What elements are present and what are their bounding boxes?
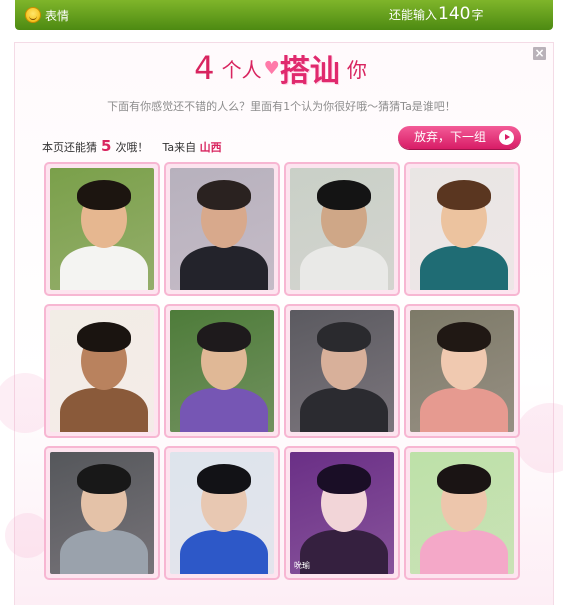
heart-icon: ♥ [263, 57, 280, 79]
play-arrow-icon [499, 130, 514, 145]
photo-caption: 吮瑜 [294, 561, 310, 570]
candidate-photo[interactable]: 吮瑜 [284, 446, 400, 580]
candidate-photo[interactable] [284, 162, 400, 296]
remain-count: 140 [438, 4, 471, 24]
candidate-photo[interactable] [404, 446, 520, 580]
title-highlight: 搭讪 [279, 54, 340, 89]
candidate-photo[interactable] [404, 304, 520, 438]
next-group-button[interactable]: 放弃，下一组 [398, 126, 521, 149]
candidate-photo-image [170, 310, 274, 432]
candidate-photo[interactable] [164, 304, 280, 438]
candidate-photo[interactable] [164, 446, 280, 580]
candidate-photo-image [410, 452, 514, 574]
title-number: 4 [194, 49, 215, 87]
emoji-button-label[interactable]: 表情 [45, 7, 69, 24]
candidate-photo-image [50, 452, 154, 574]
candidate-photo[interactable] [44, 446, 160, 580]
candidate-photo-image: 吮瑜 [290, 452, 394, 574]
candidate-photo-image [170, 452, 274, 574]
guess-prefix: 本页还能猜 [42, 141, 97, 154]
candidate-photo-image [290, 168, 394, 290]
guess-info: 本页还能猜 5 次哦！ Ta来自 山西 [42, 137, 222, 155]
candidate-photo-image [410, 310, 514, 432]
status-bar: 表情 还能输入140字 [15, 0, 553, 30]
origin-prefix: Ta来自 [162, 141, 197, 154]
candidate-photo-image [50, 310, 154, 432]
origin-value: 山西 [199, 141, 222, 154]
photo-grid: 吮瑜 [44, 162, 524, 582]
dialog-subtitle: 下面有你感觉还不错的人么？里面有1个认为你很好哦～猜猜Ta是谁吧！ [107, 100, 456, 113]
candidate-photo[interactable] [44, 304, 160, 438]
remain-prefix: 还能输入 [389, 8, 438, 22]
candidate-photo-image [50, 168, 154, 290]
guess-count: 5 [101, 137, 112, 155]
char-remaining: 还能输入140字 [389, 4, 483, 24]
next-group-label: 放弃，下一组 [414, 130, 487, 144]
smiley-icon[interactable] [25, 7, 41, 23]
guess-suffix: 次哦！ [115, 141, 149, 154]
candidate-photo-image [410, 168, 514, 290]
dialog-title: 4 个人 ♥搭讪 你 [0, 46, 563, 89]
remain-suffix: 字 [471, 8, 484, 22]
candidate-photo[interactable] [404, 162, 520, 296]
candidate-photo-image [290, 310, 394, 432]
title-prefix: 个人 [221, 57, 262, 82]
candidate-photo[interactable] [164, 162, 280, 296]
title-suffix: 你 [346, 57, 367, 82]
candidate-photo[interactable] [284, 304, 400, 438]
candidate-photo-image [170, 168, 274, 290]
candidate-photo[interactable] [44, 162, 160, 296]
